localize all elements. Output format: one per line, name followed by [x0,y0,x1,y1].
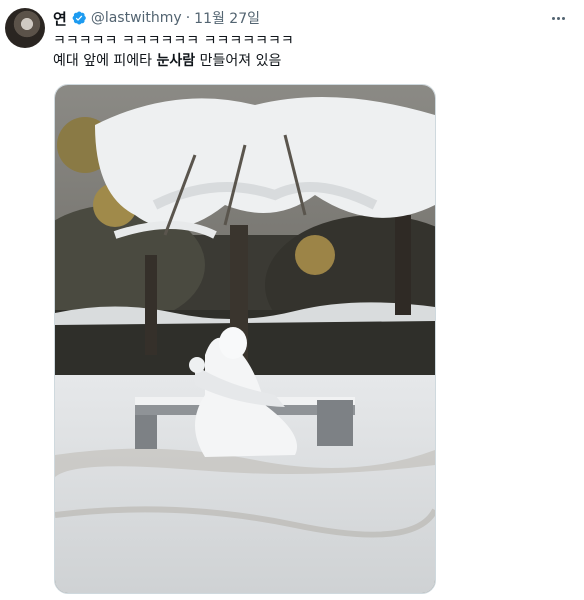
tweet-header: 연 @lastwithmy · 11월 27일 [53,8,260,28]
tweet-photo[interactable] [54,84,436,594]
tweet-text-line-2: 예대 앞에 피에타 눈사람 만들어져 있음 [53,51,553,71]
avatar[interactable] [5,8,45,48]
display-name[interactable]: 연 [53,8,67,29]
text-bold-word: 눈사람 [156,53,196,69]
tweet: 연 @lastwithmy · 11월 27일 ㅋㅋㅋㅋㅋ ㅋㅋㅋㅋㅋㅋ ㅋㅋㅋ… [0,0,584,600]
post-date[interactable]: 11월 27일 [194,8,260,28]
tweet-text: ㅋㅋㅋㅋㅋ ㅋㅋㅋㅋㅋㅋ ㅋㅋㅋㅋㅋㅋㅋ 예대 앞에 피에타 눈사람 만들어져 … [53,31,553,71]
text-prefix: 예대 앞에 피에타 [53,53,157,69]
text-suffix: 만들어져 있음 [195,53,282,69]
user-handle[interactable]: @lastwithmy [91,10,182,26]
snow-pieta-photo [55,85,435,593]
tweet-text-line-1: ㅋㅋㅋㅋㅋ ㅋㅋㅋㅋㅋㅋ ㅋㅋㅋㅋㅋㅋㅋ [53,33,294,49]
separator-dot: · [185,10,191,26]
verified-badge-icon [72,11,86,25]
more-options-icon[interactable] [548,10,568,26]
